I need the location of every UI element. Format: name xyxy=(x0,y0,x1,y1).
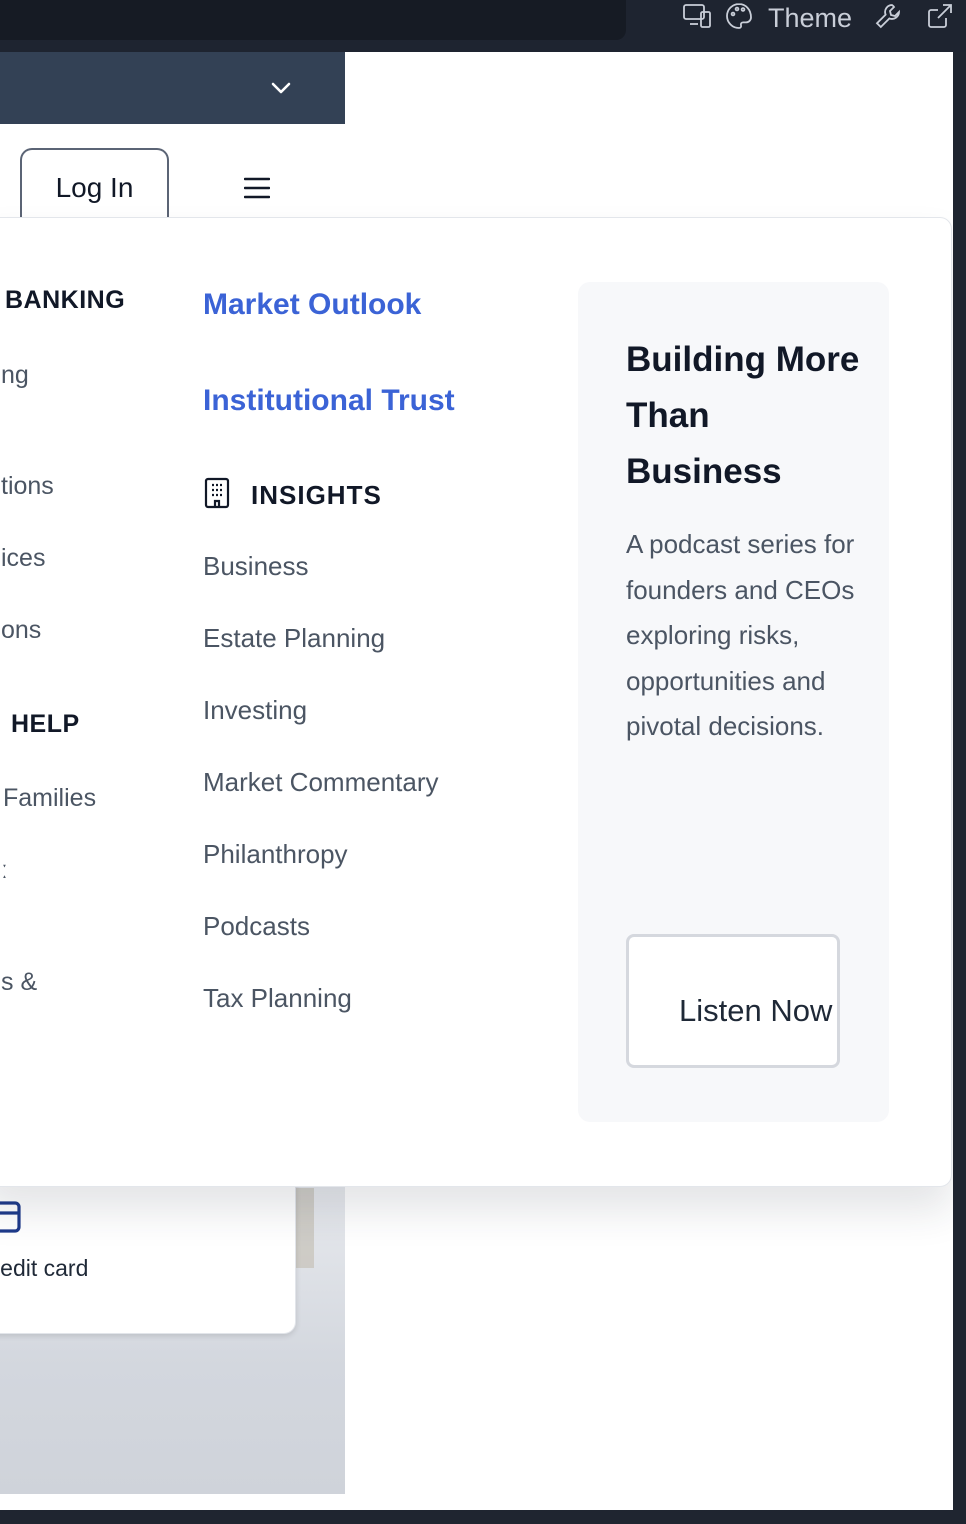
wrench-button[interactable] xyxy=(862,0,914,36)
palette-icon xyxy=(724,1,754,36)
window-edge-right xyxy=(953,52,966,1524)
mega-menu-panel: BANKING ng tions ices ons HELP Families … xyxy=(0,217,952,1187)
promo-title: Building More Than Business xyxy=(626,340,860,491)
toolbar-actions: Theme xyxy=(670,0,966,36)
hero-image-detail xyxy=(296,1188,314,1268)
banking-item[interactable]: ons xyxy=(1,616,41,645)
help-heading: HELP xyxy=(11,710,80,738)
credit-card-promo-card[interactable]: credit card xyxy=(0,1172,296,1334)
external-link-icon xyxy=(926,2,954,35)
window-edge-bottom xyxy=(0,1510,966,1524)
banking-item[interactable]: ng xyxy=(1,361,29,390)
credit-card-icon xyxy=(0,1201,21,1238)
menu-column-insights: Market Outlook Institutional Trust INSIG… xyxy=(203,218,543,1186)
hamburger-menu-icon[interactable] xyxy=(243,176,271,205)
insights-link-estate-planning[interactable]: Estate Planning xyxy=(203,623,385,654)
site-header: Log In xyxy=(0,124,345,220)
listen-now-button[interactable]: Listen Now xyxy=(626,934,840,1068)
insights-link-tax-planning[interactable]: Tax Planning xyxy=(203,983,352,1014)
wrench-icon xyxy=(874,2,902,35)
banking-heading: BANKING xyxy=(5,286,126,314)
insights-heading: INSIGHTS xyxy=(203,477,382,514)
promo-description: A podcast series for founders and CEOs e… xyxy=(626,529,855,741)
theme-button[interactable]: Theme xyxy=(724,0,862,36)
theme-label: Theme xyxy=(767,2,852,33)
institutional-trust-link[interactable]: Institutional Trust xyxy=(203,384,455,418)
podcast-promo-card: Building More Than Business A podcast se… xyxy=(578,282,889,1122)
insights-link-investing[interactable]: Investing xyxy=(203,695,307,726)
card-text: credit card xyxy=(0,1255,89,1281)
insights-link-philanthropy[interactable]: Philanthropy xyxy=(203,839,348,870)
insights-heading-label: INSIGHTS xyxy=(251,480,382,510)
top-navbar xyxy=(0,52,345,124)
address-strip xyxy=(0,0,626,40)
help-item[interactable]: ː xyxy=(1,856,8,885)
banking-item[interactable]: ices xyxy=(1,544,45,573)
help-item[interactable]: Families xyxy=(3,784,96,813)
devtools-toolbar: Theme xyxy=(0,0,966,52)
devices-button[interactable] xyxy=(670,0,724,36)
insights-link-podcasts[interactable]: Podcasts xyxy=(203,911,310,942)
market-outlook-link[interactable]: Market Outlook xyxy=(203,288,421,322)
banking-item[interactable]: tions xyxy=(1,472,54,501)
insights-link-business[interactable]: Business xyxy=(203,551,309,582)
menu-column-banking: BANKING ng tions ices ons HELP Families … xyxy=(0,218,191,1186)
building-icon xyxy=(203,477,231,514)
chevron-down-icon[interactable] xyxy=(270,78,292,103)
insights-link-market-commentary[interactable]: Market Commentary xyxy=(203,767,439,798)
login-button[interactable]: Log In xyxy=(20,148,169,220)
page-viewport: Log In credit card BANKING ng tions ices… xyxy=(0,52,953,1510)
open-external-button[interactable] xyxy=(914,0,966,36)
devices-icon xyxy=(682,3,712,34)
help-item[interactable]: s & xyxy=(1,968,37,997)
